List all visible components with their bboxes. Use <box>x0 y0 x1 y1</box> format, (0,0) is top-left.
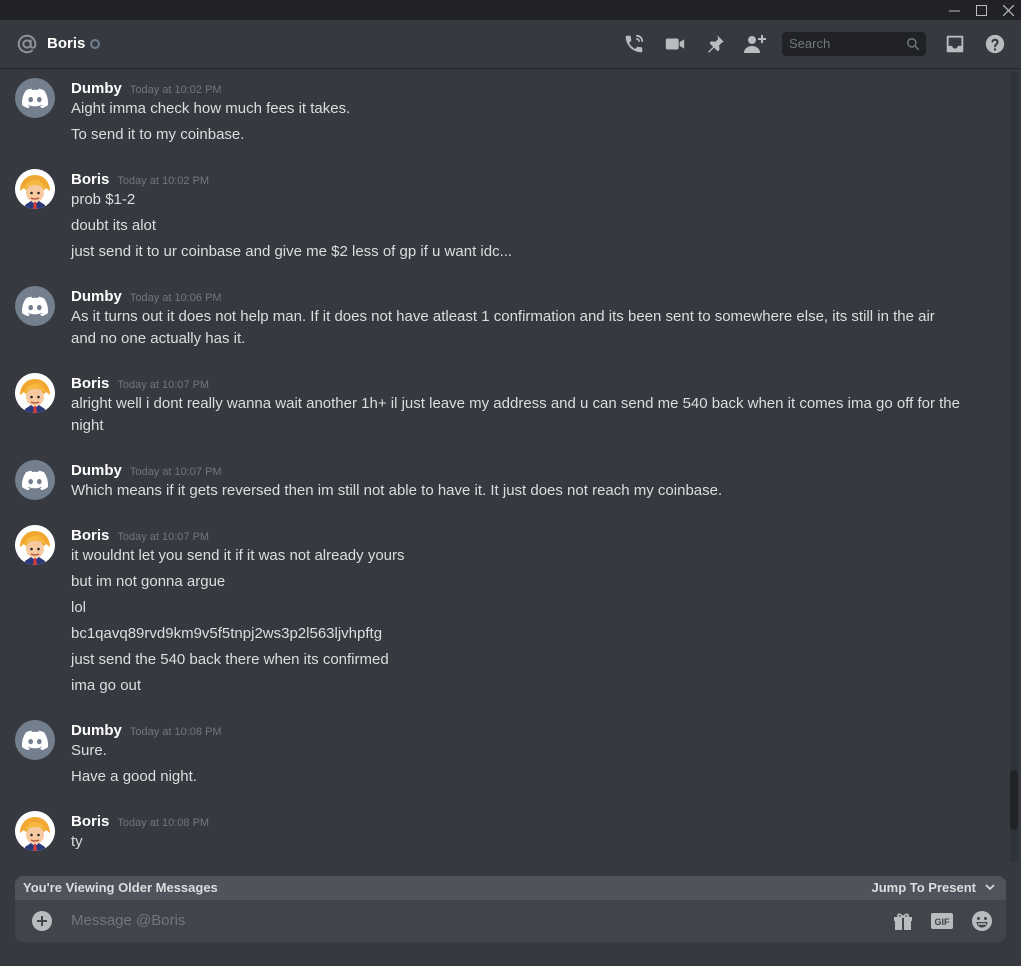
gift-icon[interactable] <box>891 909 915 938</box>
message-timestamp: Today at 10:08 PM <box>117 817 210 829</box>
pin-icon[interactable] <box>703 32 727 56</box>
message-composer: Message @Boris GIF <box>15 900 1006 942</box>
scrollbar-thumb[interactable] <box>1010 770 1018 830</box>
message-text: Aight imma check how much fees it takes. <box>71 100 351 117</box>
chevron-down-icon[interactable] <box>984 881 996 893</box>
older-messages-bar: You're Viewing Older Messages Jump To Pr… <box>15 876 1006 900</box>
message-header: Dumby Today at 10:07 PM <box>71 460 222 482</box>
message-text: but im not gonna argue <box>71 573 226 590</box>
avatar[interactable] <box>15 525 55 565</box>
avatar[interactable] <box>15 811 55 851</box>
message-header: Boris Today at 10:07 PM <box>71 525 209 547</box>
boris-avatar-icon <box>15 811 55 851</box>
message-timestamp: Today at 10:02 PM <box>129 84 222 96</box>
author-name[interactable]: Dumby <box>71 722 122 739</box>
message-text: alright well i dont really wanna wait an… <box>71 395 965 434</box>
message-timestamp: Today at 10:08 PM <box>129 726 222 738</box>
close-icon[interactable] <box>994 0 1021 20</box>
help-icon[interactable] <box>983 32 1007 56</box>
message-text: just send it to ur coinbase and give me … <box>71 243 513 260</box>
jump-to-present-button[interactable]: Jump To Present <box>871 880 976 895</box>
add-attachment-icon[interactable] <box>32 911 52 936</box>
author-name[interactable]: Dumby <box>71 462 122 479</box>
message-header: Boris Today at 10:07 PM <box>71 373 209 395</box>
avatar[interactable] <box>15 169 55 209</box>
emoji-icon[interactable] <box>970 909 994 938</box>
phone-call-icon[interactable] <box>622 32 646 56</box>
search-placeholder: Search <box>789 36 831 51</box>
boris-avatar-icon <box>15 169 55 209</box>
discord-logo-icon <box>22 296 48 316</box>
search-input[interactable]: Search <box>782 32 926 56</box>
window-titlebar <box>0 0 1021 20</box>
message-text: it wouldnt let you send it if it was not… <box>71 547 405 564</box>
message-text: Which means if it gets reversed then im … <box>71 482 723 499</box>
message-text: ty <box>71 833 83 850</box>
header-user-name: Boris <box>47 35 86 52</box>
minimize-icon[interactable] <box>940 0 968 20</box>
discord-logo-icon <box>22 88 48 108</box>
author-name[interactable]: Boris <box>71 527 109 544</box>
gif-icon[interactable]: GIF <box>930 909 954 938</box>
avatar[interactable] <box>15 460 55 500</box>
message-timestamp: Today at 10:07 PM <box>117 531 210 543</box>
message-input[interactable]: Message @Boris <box>71 912 185 929</box>
message-header: Dumby Today at 10:06 PM <box>71 286 222 308</box>
message-timestamp: Today at 10:02 PM <box>117 175 210 187</box>
maximize-icon[interactable] <box>967 0 995 20</box>
message-text: prob $1-2 <box>71 191 136 208</box>
message-text: just send the 540 back there when its co… <box>71 651 389 668</box>
message-header: Dumby Today at 10:08 PM <box>71 720 222 742</box>
author-name[interactable]: Boris <box>71 813 109 830</box>
avatar[interactable] <box>15 286 55 326</box>
discord-logo-icon <box>22 730 48 750</box>
add-friend-icon[interactable] <box>743 32 767 56</box>
message-text: Have a good night. <box>71 768 197 785</box>
avatar[interactable] <box>15 720 55 760</box>
author-name[interactable]: Dumby <box>71 80 122 97</box>
search-icon <box>907 38 920 51</box>
message-text: To send it to my coinbase. <box>71 126 245 143</box>
status-indicator <box>90 39 100 49</box>
author-name[interactable]: Boris <box>71 171 109 188</box>
message-header: Boris Today at 10:08 PM <box>71 811 209 833</box>
avatar[interactable] <box>15 78 55 118</box>
video-call-icon[interactable] <box>663 32 687 56</box>
channel-header: Boris Search <box>0 20 1021 68</box>
message-text: bc1qavq89rvd9km9v5f5tnpj2ws3p2l563ljvhpf… <box>71 625 383 642</box>
discord-logo-icon <box>22 470 48 490</box>
message-timestamp: Today at 10:07 PM <box>117 379 210 391</box>
author-name[interactable]: Dumby <box>71 288 122 305</box>
avatar[interactable] <box>15 373 55 413</box>
message-timestamp: Today at 10:06 PM <box>129 292 222 304</box>
inbox-icon[interactable] <box>943 32 967 56</box>
message-text: ima go out <box>71 677 142 694</box>
message-text: Sure. <box>71 742 107 759</box>
message-text: lol <box>71 599 87 616</box>
message-text: As it turns out it does not help man. If… <box>71 308 939 347</box>
boris-avatar-icon <box>15 373 55 413</box>
boris-avatar-icon <box>15 525 55 565</box>
message-text: doubt its alot <box>71 217 157 234</box>
gif-label: GIF <box>935 917 951 927</box>
message-timestamp: Today at 10:07 PM <box>129 466 222 478</box>
author-name[interactable]: Boris <box>71 375 109 392</box>
message-list: Dumby Today at 10:02 PM Aight imma check … <box>0 68 1008 868</box>
scrollbar-track[interactable] <box>1010 72 1018 862</box>
message-header: Dumby Today at 10:02 PM <box>71 78 222 100</box>
message-header: Boris Today at 10:02 PM <box>71 169 209 191</box>
at-icon <box>16 33 38 60</box>
older-messages-notice: You're Viewing Older Messages <box>23 880 218 895</box>
